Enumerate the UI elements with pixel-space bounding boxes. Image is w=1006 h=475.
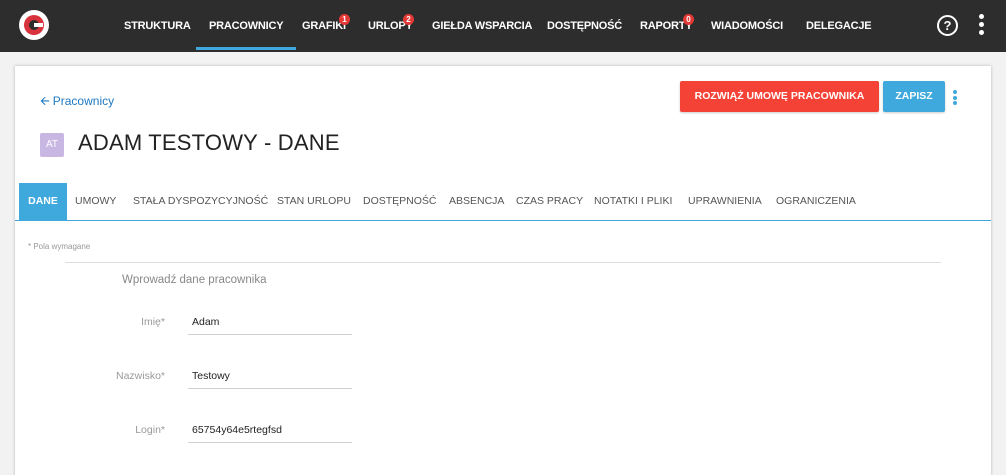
page-title: ADAM TESTOWY - DANE bbox=[78, 130, 340, 155]
first-name-field[interactable]: Adam bbox=[188, 309, 352, 335]
tab-absencja[interactable]: ABSENCJA bbox=[449, 183, 504, 220]
terminate-contract-button[interactable]: ROZWIĄŻ UMOWĘ PRACOWNIKA bbox=[680, 81, 879, 112]
tab-stan-urlopu[interactable]: STAN URLOPU bbox=[277, 183, 351, 220]
more-options-icon[interactable] bbox=[977, 14, 985, 38]
tab-czas-pracy[interactable]: CZAS PRACY bbox=[516, 183, 583, 220]
nav-item-wiadomosci[interactable]: WIADOMOŚCI bbox=[711, 0, 783, 52]
login-field[interactable]: 65754y64e5rtegfsd bbox=[188, 417, 352, 443]
tab-stala-dyspozycyjnosc[interactable]: STAŁA DYSPOZYCYJNOŚĆ bbox=[133, 183, 268, 220]
app-logo-icon[interactable] bbox=[19, 10, 49, 40]
nav-item-struktura[interactable]: STRUKTURA bbox=[124, 0, 191, 52]
tab-notatki-i-pliki[interactable]: NOTATKI I PLIKI bbox=[594, 183, 672, 220]
nav-item-delegacje[interactable]: DELEGACJE bbox=[806, 0, 872, 52]
nav-item-pracownicy[interactable]: PRACOWNICY bbox=[195, 0, 297, 52]
back-link-label: Pracownicy bbox=[52, 94, 115, 108]
last-name-label: Nazwisko* bbox=[115, 370, 165, 382]
grafiki-notification-badge: 1 bbox=[339, 14, 350, 25]
employee-card: 🡨 Pracownicy ROZWIĄŻ UMOWĘ PRACOWNIKA ZAP… bbox=[15, 66, 991, 475]
tab-dane[interactable]: DANE bbox=[19, 183, 67, 220]
card-more-options-icon[interactable] bbox=[952, 90, 958, 107]
arrow-left-icon: 🡨 bbox=[40, 94, 50, 108]
nav-item-raporty[interactable]: RAPORTY bbox=[640, 0, 693, 52]
top-navigation-bar: STRUKTURA PRACOWNICY GRAFIKI 1 URLOPY 2 … bbox=[0, 0, 1006, 52]
tab-ograniczenia[interactable]: OGRANICZENIA bbox=[776, 183, 856, 220]
save-button[interactable]: ZAPISZ bbox=[883, 81, 945, 112]
required-fields-note: * Pola wymagane bbox=[28, 242, 91, 251]
section-divider bbox=[65, 262, 941, 263]
nav-item-urlopy[interactable]: URLOPY bbox=[368, 0, 413, 52]
raporty-notification-badge: 0 bbox=[683, 14, 694, 25]
nav-item-dostepnosc[interactable]: DOSTĘPNOŚĆ bbox=[547, 0, 622, 52]
avatar: AT bbox=[40, 133, 64, 157]
nav-item-grafiki[interactable]: GRAFIKI bbox=[302, 0, 346, 52]
section-title: Wprowadź dane pracownika bbox=[122, 274, 267, 286]
tab-uprawnienia[interactable]: UPRAWNIENIA bbox=[688, 183, 762, 220]
tab-bar: DANE UMOWY STAŁA DYSPOZYCYJNOŚĆ STAN URL… bbox=[15, 183, 991, 221]
back-to-employees-link[interactable]: 🡨 Pracownicy bbox=[40, 92, 114, 113]
login-label: Login* bbox=[135, 424, 165, 436]
urlopy-notification-badge: 2 bbox=[403, 14, 414, 25]
tab-umowy[interactable]: UMOWY bbox=[75, 183, 116, 220]
last-name-field[interactable]: Testowy bbox=[188, 363, 352, 389]
tab-dostepnosc[interactable]: DOSTĘPNOŚĆ bbox=[363, 183, 437, 220]
help-icon[interactable]: ? bbox=[937, 15, 958, 36]
first-name-label: Imię* bbox=[141, 316, 165, 328]
nav-item-gielda-wsparcia[interactable]: GIEŁDA WSPARCIA bbox=[432, 0, 532, 52]
